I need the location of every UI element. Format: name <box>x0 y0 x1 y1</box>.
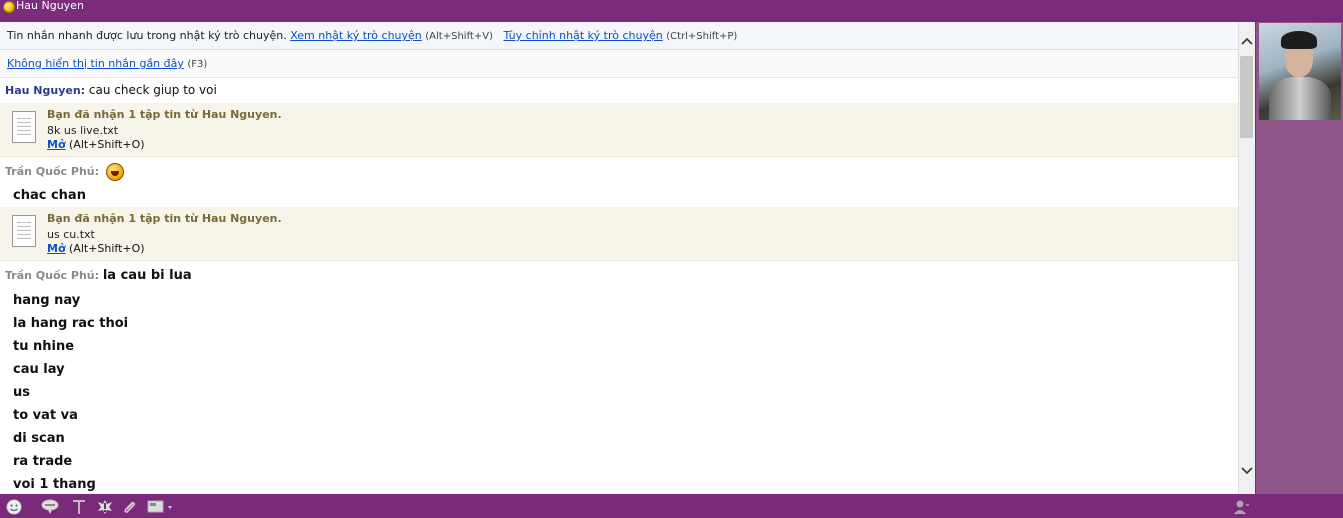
scrollbar-thumb[interactable] <box>1240 56 1253 138</box>
hide-recent-link[interactable]: Không hiển thị tin nhắn gần đây <box>7 57 184 70</box>
sender-name: Trần Quốc Phú: <box>5 269 100 282</box>
window-titlebar: Hau Nguyen <box>0 0 1343 18</box>
hide-recent-shortcut: (F3) <box>187 59 208 70</box>
customize-log-link[interactable]: Tùy chỉnh nhật ký trò chuyện <box>503 29 662 42</box>
contact-sidebar <box>1256 22 1343 494</box>
log-notice-bar: Tin nhắn nhanh được lưu trong nhật ký tr… <box>0 22 1238 50</box>
file-name: us cu.txt <box>47 228 95 241</box>
message-line: di scan <box>13 431 65 446</box>
message-toolbar <box>0 494 1343 518</box>
sender-name: Trần Quốc Phú: <box>5 165 100 178</box>
attach-file-icon[interactable] <box>121 499 139 515</box>
message-row: Trần Quốc Phú: <box>0 158 1238 184</box>
message-line: ra trade <box>13 454 73 469</box>
emoticon-icon[interactable] <box>5 499 23 515</box>
sender-name: Hau Nguyen: <box>5 84 86 97</box>
message-text: la cau bi lua <box>102 268 192 283</box>
message-row: Trần Quốc Phú: la cau bi lua <box>0 261 1238 289</box>
view-log-shortcut: (Alt+Shift+V) <box>425 31 493 42</box>
file-received-title: Bạn đã nhận 1 tập tin từ Hau Nguyen. <box>47 212 282 225</box>
file-received-title: Bạn đã nhận 1 tập tin từ Hau Nguyen. <box>47 108 282 121</box>
message-line: to vat va <box>13 408 78 423</box>
text-file-icon <box>12 111 36 143</box>
open-file-link[interactable]: Mở <box>47 242 66 255</box>
laughing-emoticon-icon <box>105 162 124 181</box>
view-log-link[interactable]: Xem nhật ký trò chuyện <box>290 29 422 42</box>
file-name: 8k us live.txt <box>47 124 119 137</box>
contact-icon[interactable] <box>1232 499 1250 515</box>
share-screen-icon[interactable] <box>147 499 175 515</box>
message-line: tu nhine <box>13 339 75 354</box>
message-line: la hang rac thoi <box>13 316 129 331</box>
open-file-shortcut: (Alt+Shift+O) <box>69 242 145 255</box>
text-file-icon <box>12 215 36 247</box>
file-transfer-block: Bạn đã nhận 1 tập tin từ Hau Nguyen. us … <box>0 207 1238 261</box>
audible-icon[interactable] <box>41 499 59 515</box>
conversation-scrollbar[interactable] <box>1238 22 1255 494</box>
conversation-pane[interactable]: Tin nhắn nhanh được lưu trong nhật ký tr… <box>0 22 1255 494</box>
window-title: Hau Nguyen <box>16 0 84 12</box>
message-line: hang nay <box>13 293 81 308</box>
scroll-up-icon[interactable] <box>1241 36 1253 48</box>
message-line: us <box>13 385 30 400</box>
customize-log-shortcut: (Ctrl+Shift+P) <box>666 31 738 42</box>
message-line: voi 1 thang <box>13 477 96 492</box>
file-open-row: Mở (Alt+Shift+O) <box>47 242 145 255</box>
file-transfer-block: Bạn đã nhận 1 tập tin từ Hau Nguyen. 8k … <box>0 103 1238 157</box>
log-notice-text: Tin nhắn nhanh được lưu trong nhật ký tr… <box>7 29 287 42</box>
scroll-down-icon[interactable] <box>1241 464 1253 476</box>
open-file-shortcut: (Alt+Shift+O) <box>69 138 145 151</box>
file-open-row: Mở (Alt+Shift+O) <box>47 138 145 151</box>
open-file-link[interactable]: Mở <box>47 138 66 151</box>
message-line: cau lay <box>13 362 65 377</box>
message-text: chac chan <box>13 188 86 203</box>
message-text: cau check giup to voi <box>88 83 217 97</box>
text-format-icon[interactable] <box>70 499 88 515</box>
message-row: Hau Nguyen: cau check giup to voi <box>0 78 1238 103</box>
online-status-icon <box>3 1 15 13</box>
conversation-content: Tin nhắn nhanh được lưu trong nhật ký tr… <box>0 22 1238 494</box>
recent-messages-bar: Không hiển thị tin nhắn gần đây (F3) <box>0 50 1238 78</box>
buzz-icon[interactable] <box>96 499 114 515</box>
contact-avatar[interactable] <box>1259 23 1341 120</box>
